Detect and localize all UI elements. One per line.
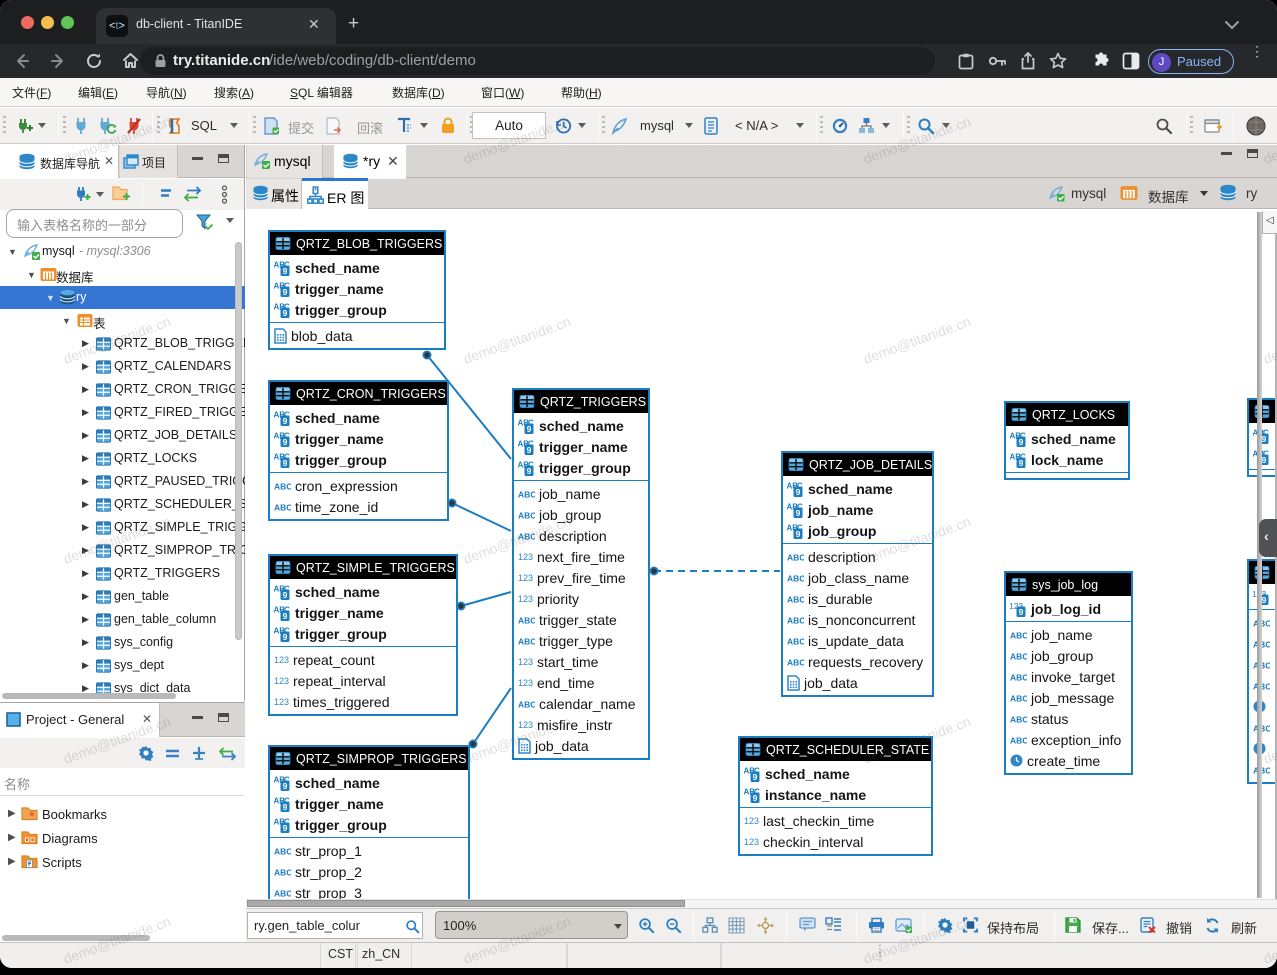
svg-text:ABC: ABC: [787, 594, 804, 604]
svg-text:123: 123: [518, 678, 533, 688]
svg-text:9: 9: [283, 458, 288, 468]
svg-text:ABC: ABC: [787, 615, 804, 625]
svg-text:9: 9: [283, 632, 288, 642]
svg-text:ABC: ABC: [1010, 630, 1027, 640]
svg-text:123: 123: [744, 816, 759, 826]
svg-text:ABC: ABC: [1010, 651, 1027, 661]
svg-text:ABC: ABC: [787, 552, 804, 562]
svg-text:9: 9: [283, 416, 288, 426]
svg-text:ABC: ABC: [518, 489, 535, 499]
svg-text:9: 9: [527, 445, 532, 455]
svg-text:123: 123: [274, 655, 289, 665]
svg-text:ABC: ABC: [274, 888, 291, 898]
svg-text:ABC: ABC: [1010, 672, 1027, 682]
svg-text:9: 9: [796, 508, 801, 518]
svg-text:ABC: ABC: [274, 867, 291, 877]
svg-text:9: 9: [1262, 455, 1267, 465]
svg-text:9: 9: [283, 266, 288, 276]
svg-text:9: 9: [283, 437, 288, 447]
svg-text:9: 9: [753, 793, 758, 803]
svg-text:9: 9: [1019, 437, 1024, 447]
svg-text:9: 9: [527, 424, 532, 434]
svg-text:123: 123: [518, 573, 533, 583]
svg-text:123: 123: [274, 697, 289, 707]
svg-text:ABC: ABC: [1010, 735, 1027, 745]
svg-text:ABC: ABC: [1010, 714, 1027, 724]
svg-text:9: 9: [796, 529, 801, 539]
svg-text:ABC: ABC: [518, 636, 535, 646]
svg-text:ABC: ABC: [1010, 693, 1027, 703]
svg-text:9: 9: [283, 611, 288, 621]
svg-text:ABC: ABC: [518, 510, 535, 520]
svg-text:9: 9: [283, 781, 288, 791]
svg-text:ABC: ABC: [787, 657, 804, 667]
svg-text:9: 9: [283, 308, 288, 318]
svg-text:9: 9: [1262, 595, 1267, 605]
svg-text:123: 123: [518, 720, 533, 730]
svg-text:123: 123: [518, 552, 533, 562]
svg-text:ABC: ABC: [274, 481, 291, 491]
svg-text:ABC: ABC: [518, 699, 535, 709]
svg-text:ABC: ABC: [787, 636, 804, 646]
svg-text:123: 123: [744, 837, 759, 847]
svg-text:ABC: ABC: [787, 573, 804, 583]
svg-text:9: 9: [283, 823, 288, 833]
svg-text:9: 9: [1019, 607, 1024, 617]
svg-text:123: 123: [518, 657, 533, 667]
svg-text:ABC: ABC: [274, 846, 291, 856]
svg-text:9: 9: [753, 772, 758, 782]
svg-text:9: 9: [1019, 458, 1024, 468]
svg-text:123: 123: [518, 594, 533, 604]
svg-text:9: 9: [283, 287, 288, 297]
svg-text:9: 9: [527, 466, 532, 476]
svg-text:ABC: ABC: [518, 531, 535, 541]
svg-text:ABC: ABC: [274, 502, 291, 512]
svg-text:9: 9: [283, 590, 288, 600]
svg-text:9: 9: [1262, 434, 1267, 444]
svg-text:123: 123: [274, 676, 289, 686]
svg-text:9: 9: [283, 802, 288, 812]
svg-text:9: 9: [796, 487, 801, 497]
svg-text:ABC: ABC: [518, 615, 535, 625]
